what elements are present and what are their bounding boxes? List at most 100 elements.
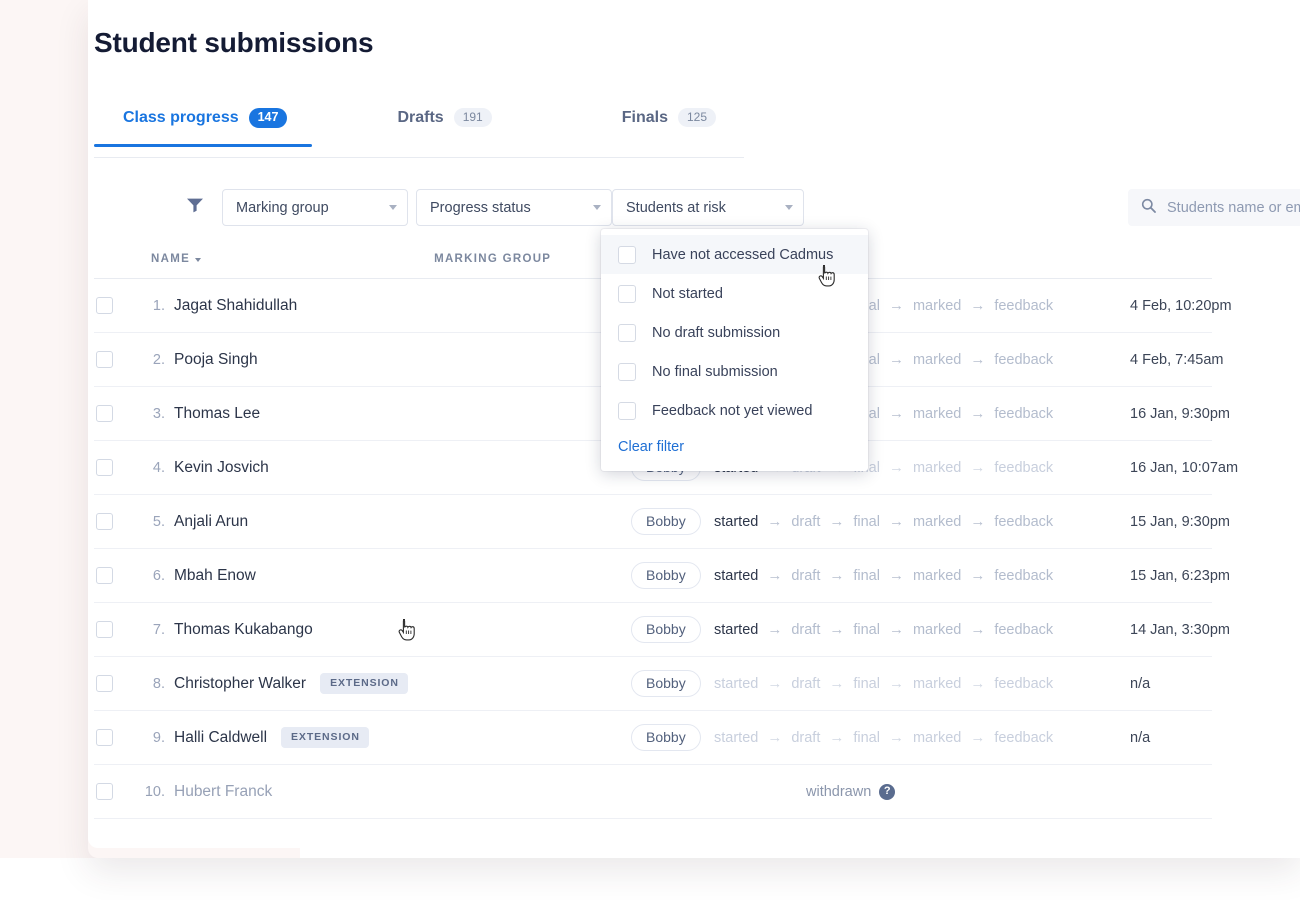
pointer-cursor-table xyxy=(398,618,418,642)
student-name[interactable]: Thomas Lee xyxy=(174,405,260,423)
pipeline-step-feedback[interactable]: feedback xyxy=(994,568,1053,584)
row-checkbox[interactable] xyxy=(96,567,113,584)
row-checkbox[interactable] xyxy=(96,729,113,746)
dropdown-option-checkbox[interactable] xyxy=(618,362,636,381)
student-name[interactable]: Halli Caldwell xyxy=(174,729,267,747)
tab-active-underline xyxy=(94,143,312,147)
pipeline-step-marked[interactable]: marked xyxy=(913,568,961,584)
pipeline-step-feedback[interactable]: feedback xyxy=(994,676,1053,692)
pipeline-step-started[interactable]: started xyxy=(714,622,758,638)
pipeline-step-draft[interactable]: draft xyxy=(791,622,820,638)
pipeline-step-started[interactable]: started xyxy=(714,676,758,692)
student-name[interactable]: Pooja Singh xyxy=(174,351,258,369)
tab-drafts[interactable]: Drafts 191 xyxy=(397,100,492,146)
dropdown-option[interactable]: Feedback not yet viewed xyxy=(601,391,868,430)
progress-status-select[interactable]: Progress status xyxy=(416,189,612,226)
student-name[interactable]: Thomas Kukabango xyxy=(174,621,313,639)
row-checkbox[interactable] xyxy=(96,405,113,422)
student-name[interactable]: Anjali Arun xyxy=(174,513,248,531)
pipeline-step-final[interactable]: final xyxy=(853,676,880,692)
student-name[interactable]: Kevin Josvich xyxy=(174,459,269,477)
pipeline-step-final[interactable]: final xyxy=(853,568,880,584)
table-row[interactable]: 8. Christopher Walker EXTENSION Bobby starte… xyxy=(94,657,1212,711)
student-name[interactable]: Christopher Walker xyxy=(174,675,306,693)
dropdown-option[interactable]: No draft submission xyxy=(601,313,868,352)
row-checkbox[interactable] xyxy=(96,351,113,368)
table-row[interactable]: 9. Halli Caldwell EXTENSION Bobby started → dr… xyxy=(94,711,1212,765)
progress-pipeline: started → draft → final → marked → feedback xyxy=(714,568,1053,584)
table-row[interactable]: 6. Mbah Enow Bobby started → draft → final → mark… xyxy=(94,549,1230,603)
students-at-risk-select[interactable]: Students at risk xyxy=(612,189,804,226)
pipeline-step-marked[interactable]: marked xyxy=(913,352,961,368)
extension-badge: EXTENSION xyxy=(281,727,369,748)
pipeline-step-started[interactable]: started xyxy=(714,514,758,530)
dropdown-option-checkbox[interactable] xyxy=(618,245,636,264)
pipeline-step-feedback[interactable]: feedback xyxy=(994,460,1053,476)
pipeline-arrow-icon: → xyxy=(767,675,783,692)
last-activity-timestamp: 16 Jan, 10:07am xyxy=(1130,459,1239,476)
pipeline-step-started[interactable]: started xyxy=(714,568,758,584)
pipeline-step-marked[interactable]: marked xyxy=(913,406,961,422)
tab-drafts-badge: 191 xyxy=(453,108,492,127)
row-checkbox[interactable] xyxy=(96,783,113,800)
column-header-marking-group[interactable]: MARKING GROUP xyxy=(434,253,551,265)
dropdown-option[interactable]: No final submission xyxy=(601,352,868,391)
pipeline-step-draft[interactable]: draft xyxy=(791,514,820,530)
chevron-down-icon xyxy=(593,205,601,210)
pipeline-step-final[interactable]: final xyxy=(853,730,880,746)
pipeline-step-final[interactable]: final xyxy=(853,622,880,638)
dropdown-option-label: Not started xyxy=(652,285,723,302)
pipeline-step-feedback[interactable]: feedback xyxy=(994,406,1053,422)
table-row[interactable]: 5. Anjali Arun Bobby started → draft → final → ma… xyxy=(94,495,1230,549)
pipeline-step-marked[interactable]: marked xyxy=(913,514,961,530)
dropdown-option-checkbox[interactable] xyxy=(618,323,636,342)
pipeline-step-started[interactable]: started xyxy=(714,730,758,746)
row-checkbox[interactable] xyxy=(96,675,113,692)
pipeline-step-feedback[interactable]: feedback xyxy=(994,514,1053,530)
table-row[interactable]: 7. Thomas Kukabango Bobby started → draft → fin… xyxy=(94,603,1230,657)
clear-filter-link[interactable]: Clear filter xyxy=(601,430,868,471)
marking-group-pill: Bobby xyxy=(631,508,701,535)
row-index: 5. xyxy=(152,513,165,530)
row-checkbox[interactable] xyxy=(96,459,113,476)
row-checkbox[interactable] xyxy=(96,621,113,638)
last-activity-timestamp: 15 Jan, 9:30pm xyxy=(1130,513,1230,530)
help-icon[interactable]: ? xyxy=(879,783,896,800)
tab-finals[interactable]: Finals 125 xyxy=(622,100,716,146)
row-checkbox[interactable] xyxy=(96,297,113,314)
dropdown-option-checkbox[interactable] xyxy=(618,401,636,420)
table-row[interactable]: 10. Hubert Franck withdrawn? xyxy=(94,765,1212,819)
pipeline-arrow-icon: → xyxy=(888,513,904,530)
tab-class-progress[interactable]: Class progress 147 xyxy=(94,100,312,147)
pipeline-arrow-icon: → xyxy=(970,621,986,638)
row-checkbox[interactable] xyxy=(96,513,113,530)
pipeline-arrow-icon: → xyxy=(970,297,986,314)
pipeline-step-draft[interactable]: draft xyxy=(791,568,820,584)
pipeline-step-draft[interactable]: draft xyxy=(791,730,820,746)
pipeline-step-feedback[interactable]: feedback xyxy=(994,352,1053,368)
pipeline-step-feedback[interactable]: feedback xyxy=(994,298,1053,314)
row-index: 4. xyxy=(152,459,165,476)
dropdown-option-checkbox[interactable] xyxy=(618,284,636,303)
row-index: 2. xyxy=(152,351,165,368)
pipeline-step-draft[interactable]: draft xyxy=(791,676,820,692)
pipeline-arrow-icon: → xyxy=(970,459,986,476)
pipeline-step-marked[interactable]: marked xyxy=(913,676,961,692)
pipeline-step-feedback[interactable]: feedback xyxy=(994,622,1053,638)
pipeline-step-marked[interactable]: marked xyxy=(913,298,961,314)
row-index: 3. xyxy=(152,405,165,422)
student-name[interactable]: Mbah Enow xyxy=(174,567,256,585)
marking-group-select[interactable]: Marking group xyxy=(222,189,408,226)
student-name[interactable]: Hubert Franck xyxy=(174,783,272,801)
column-header-name[interactable]: NAME xyxy=(151,253,202,265)
pointer-cursor-dropdown xyxy=(818,264,838,288)
pipeline-arrow-icon: → xyxy=(767,621,783,638)
pipeline-step-feedback[interactable]: feedback xyxy=(994,730,1053,746)
student-name[interactable]: Jagat Shahidullah xyxy=(174,297,297,315)
page-title: Student submissions xyxy=(94,27,374,58)
pipeline-step-final[interactable]: final xyxy=(853,514,880,530)
pipeline-step-marked[interactable]: marked xyxy=(913,730,961,746)
pipeline-step-marked[interactable]: marked xyxy=(913,622,961,638)
pipeline-step-marked[interactable]: marked xyxy=(913,460,961,476)
search-box[interactable]: Students name or email xyxy=(1128,189,1300,226)
